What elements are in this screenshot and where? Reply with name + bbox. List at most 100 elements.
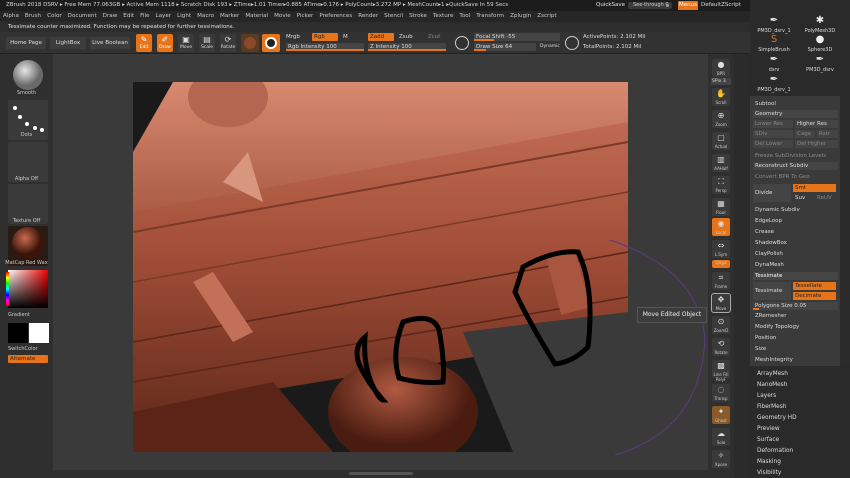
- position-header[interactable]: Position: [753, 334, 838, 342]
- rgb-intensity-slider[interactable]: Rgb Intensity 100: [286, 43, 364, 51]
- viewport-canvas[interactable]: [133, 82, 628, 452]
- zsub-toggle[interactable]: Zsub: [399, 34, 413, 40]
- surface-item[interactable]: Surface: [757, 437, 779, 443]
- tool-pm3d-dsrv-1-top[interactable]: ✒ PM3D_dsrv_1: [752, 14, 796, 34]
- edgeloop-header[interactable]: EdgeLoop: [753, 217, 838, 225]
- scroll-button[interactable]: ✋ Scroll: [712, 88, 730, 106]
- deformation-item[interactable]: Deformation: [757, 448, 793, 454]
- menu-texture[interactable]: Texture: [430, 11, 456, 19]
- actual-button[interactable]: ▢ Actual: [712, 132, 730, 150]
- default-zscript-button[interactable]: DefaultZScript: [701, 2, 741, 8]
- reconstruct-subdiv-button[interactable]: Reconstruct Subdiv: [753, 162, 838, 170]
- menu-zscript[interactable]: Zscript: [534, 11, 559, 19]
- dynamic-toggle[interactable]: Dynamic: [540, 44, 560, 49]
- ghost-button[interactable]: ✦ Ghost: [712, 406, 730, 424]
- linefill-button[interactable]: ▩ Line Fill PolyF: [712, 360, 730, 382]
- scale-button[interactable]: ▤ Scale: [199, 34, 215, 52]
- secondary-color-swatch[interactable]: [29, 323, 49, 343]
- freeze-subdiv-button[interactable]: Freeze SubDivision Levels: [753, 152, 838, 160]
- menu-zplugin[interactable]: Zplugin: [507, 11, 534, 19]
- rgb-toggle[interactable]: Rgb: [312, 33, 338, 41]
- transp-button[interactable]: ◌ Transp: [712, 384, 730, 402]
- geometry-header[interactable]: Geometry: [753, 110, 838, 118]
- zremesher-header[interactable]: ZRemesher: [753, 312, 838, 320]
- zoom-button[interactable]: ⊕ Zoom: [712, 110, 730, 128]
- claypolish-header[interactable]: ClayPolish: [753, 250, 838, 258]
- aahalf-button[interactable]: ▥ AAHalf: [712, 154, 730, 172]
- tool-pm3d-dsrv-1[interactable]: ✒ PM3D_dsrv_1: [752, 73, 796, 93]
- convert-bpr-button[interactable]: Convert BPR To Geo: [753, 173, 838, 181]
- tool-polymesh3d[interactable]: ✱ PolyMesh3D: [798, 14, 842, 34]
- visibility-item[interactable]: Visibility: [757, 470, 781, 476]
- tool-pm3d-dsrv[interactable]: ✒ PM3D_dsrv: [798, 53, 842, 73]
- suv-toggle[interactable]: Suv: [793, 194, 815, 202]
- menu-draw[interactable]: Draw: [100, 11, 121, 19]
- color-picker[interactable]: [8, 270, 48, 308]
- menu-material[interactable]: Material: [242, 11, 271, 19]
- menu-color[interactable]: Color: [44, 11, 65, 19]
- menu-light[interactable]: Light: [174, 11, 194, 19]
- menu-macro[interactable]: Macro: [194, 11, 217, 19]
- edit-button[interactable]: ✎ Edit: [136, 34, 152, 52]
- move-button[interactable]: ▣ Move: [178, 34, 194, 52]
- xyz-button[interactable]: Qxyz: [712, 260, 730, 268]
- smt-toggle[interactable]: Smt: [793, 184, 836, 192]
- focal-shift-slider[interactable]: Focal Shift -55: [474, 33, 560, 41]
- menu-brush[interactable]: Brush: [22, 11, 44, 19]
- tool-dsrv[interactable]: ✒ dsrv: [752, 53, 796, 73]
- bpr-button[interactable]: ● BPR: [712, 59, 730, 77]
- tessimate-header[interactable]: Tessimate: [753, 272, 838, 280]
- mrgb-toggle[interactable]: Mrgb: [286, 34, 300, 40]
- brush-button[interactable]: [262, 34, 280, 52]
- preview-item[interactable]: Preview: [757, 426, 780, 432]
- dynamic-subdiv-header[interactable]: Dynamic Subdiv: [753, 206, 838, 214]
- cage-button[interactable]: Cage: [795, 130, 815, 138]
- material-swatch-button[interactable]: [241, 34, 259, 52]
- alternate-button[interactable]: Alternate: [8, 355, 48, 363]
- menu-stencil[interactable]: Stencil: [381, 11, 406, 19]
- quicksave-button[interactable]: QuickSave: [596, 2, 625, 8]
- solo-button[interactable]: ☁ Solo: [712, 428, 730, 446]
- hue-strip[interactable]: [6, 272, 9, 306]
- menu-file[interactable]: File: [137, 11, 152, 19]
- lightbox-button[interactable]: LightBox: [50, 37, 86, 49]
- m-toggle[interactable]: M: [343, 34, 348, 40]
- lower-res-button[interactable]: Lower Res: [753, 120, 793, 128]
- menu-stroke[interactable]: Stroke: [406, 11, 430, 19]
- polygons-size-slider[interactable]: Polygons Size 0.05: [753, 302, 838, 310]
- xpose-button[interactable]: ✧ Xpose: [712, 450, 730, 468]
- layers-item[interactable]: Layers: [757, 393, 776, 399]
- shadowbox-header[interactable]: ShadowBox: [753, 239, 838, 247]
- menu-marker[interactable]: Marker: [217, 11, 242, 19]
- arraymesh-item[interactable]: ArrayMesh: [757, 371, 788, 377]
- zadd-toggle[interactable]: Zadd: [368, 33, 394, 41]
- divide-button[interactable]: Divide: [753, 184, 791, 202]
- switch-color-button[interactable]: SwitchColor: [0, 346, 53, 352]
- tessellate-toggle[interactable]: Tessellate: [793, 282, 836, 290]
- zcut-toggle[interactable]: Zcut: [428, 34, 440, 40]
- menu-tool[interactable]: Tool: [456, 11, 473, 19]
- size-header[interactable]: Size: [753, 345, 838, 353]
- menu-picker[interactable]: Picker: [294, 11, 317, 19]
- del-higher-button[interactable]: Del Higher: [795, 140, 838, 148]
- reuv-toggle[interactable]: ReUV: [815, 194, 836, 202]
- higher-res-button[interactable]: Higher Res: [795, 120, 838, 128]
- move-view-button[interactable]: ✥ Move: [711, 293, 731, 313]
- rstr-button[interactable]: Rstr: [817, 130, 838, 138]
- spix-slider[interactable]: SPix 3: [711, 78, 731, 85]
- main-color-swatch[interactable]: [8, 323, 28, 343]
- crease-header[interactable]: Crease: [753, 228, 838, 236]
- menu-edit[interactable]: Edit: [120, 11, 137, 19]
- live-boolean-button[interactable]: Live Boolean: [90, 37, 130, 49]
- meshintegrity-header[interactable]: MeshIntegrity: [753, 356, 838, 364]
- del-lower-button[interactable]: Del Lower: [753, 140, 793, 148]
- persp-button[interactable]: ⛶ Persp: [712, 176, 730, 194]
- tool-simplebrush[interactable]: S SimpleBrush: [752, 33, 796, 53]
- draw-button[interactable]: ✐ Draw: [157, 34, 173, 52]
- z-intensity-slider[interactable]: Z Intensity 100: [368, 43, 446, 51]
- menu-transform[interactable]: Transform: [473, 11, 507, 19]
- sdiv-slider[interactable]: SDiv: [753, 130, 793, 138]
- masking-item[interactable]: Masking: [757, 459, 781, 465]
- menu-document[interactable]: Document: [65, 11, 100, 19]
- menu-movie[interactable]: Movie: [271, 11, 294, 19]
